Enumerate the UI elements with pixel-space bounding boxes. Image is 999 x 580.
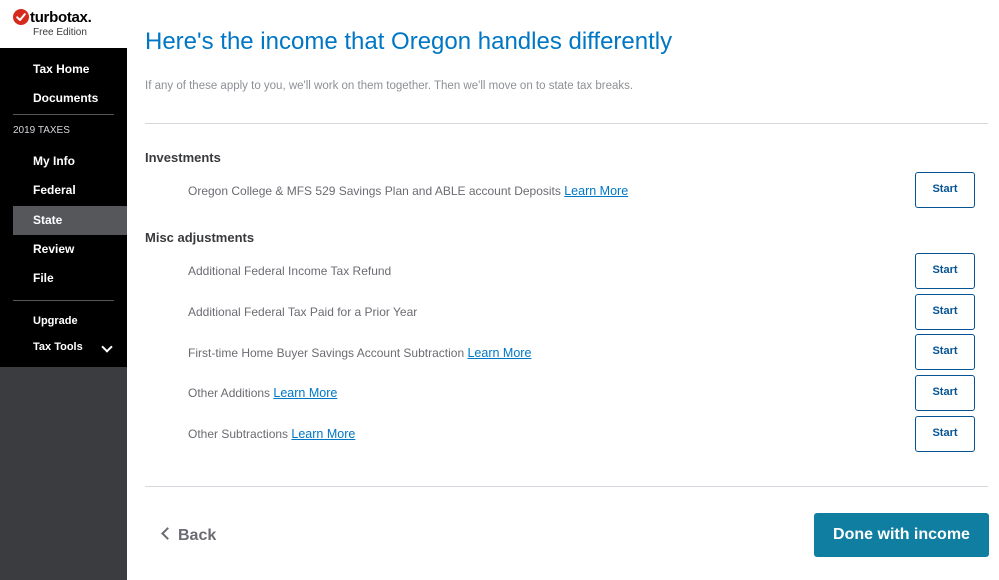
section-heading-investments: Investments [145,150,221,165]
sidebar-footer-area [0,367,127,580]
income-row-label: Oregon College & MFS 529 Savings Plan an… [188,184,628,198]
income-row-text: Additional Federal Income Tax Refund [188,264,392,278]
brand-logo[interactable]: turbotax. Free Edition [0,0,127,48]
start-button[interactable]: Start [915,416,975,452]
chevron-left-icon [161,527,174,540]
done-with-income-button[interactable]: Done with income [814,513,989,557]
divider [145,486,988,487]
learn-more-link[interactable]: Learn More [564,184,628,198]
sidebar-divider [13,114,114,115]
income-row-label: Other Subtractions Learn More [188,427,355,441]
start-button[interactable]: Start [915,253,975,289]
income-row-text: Other Subtractions [188,427,289,441]
income-row-label: Additional Federal Tax Paid for a Prior … [188,305,417,319]
sidebar-section-label: 2019 TAXES [13,125,70,136]
learn-more-link[interactable]: Learn More [467,346,531,360]
sidebar-item-file[interactable]: File [13,264,127,293]
sidebar-item-label: Tax Tools [33,341,83,353]
sidebar-item-my-info[interactable]: My Info [13,147,127,176]
income-row-label: First-time Home Buyer Savings Account Su… [188,346,531,360]
income-row-text: Additional Federal Tax Paid for a Prior … [188,305,418,319]
sidebar-item-federal[interactable]: Federal [13,176,127,205]
sidebar-item-review[interactable]: Review [13,235,127,264]
checkmark-circle-icon [13,9,29,25]
start-button[interactable]: Start [915,375,975,411]
sidebar-item-tax-tools[interactable]: Tax Tools [13,334,127,360]
learn-more-link[interactable]: Learn More [291,427,355,441]
brand-edition: Free Edition [33,27,87,38]
income-row-text: First-time Home Buyer Savings Account Su… [188,346,465,360]
sidebar-item-upgrade[interactable]: Upgrade [13,308,127,334]
sidebar-item-documents[interactable]: Documents [13,84,127,113]
income-row-label: Additional Federal Income Tax Refund [188,264,391,278]
income-row-text: Other Additions [188,386,271,400]
back-label: Back [178,527,217,544]
brand-wordmark: turbotax. [30,9,92,26]
income-row-text: Oregon College & MFS 529 Savings Plan an… [188,184,561,198]
page-title: Here's the income that Oregon handles di… [145,28,673,55]
start-button[interactable]: Start [915,172,975,208]
sidebar-divider [13,300,114,301]
start-button[interactable]: Start [915,334,975,370]
page-subtitle: If any of these apply to you, we'll work… [145,80,634,92]
start-button[interactable]: Start [915,294,975,330]
main-content: Here's the income that Oregon handles di… [145,0,989,580]
chevron-down-icon [101,341,113,353]
sidebar: turbotax. Free Edition Tax Home Document… [0,0,127,580]
divider [145,123,988,124]
sidebar-item-state[interactable]: State [13,206,127,235]
income-row-label: Other Additions Learn More [188,386,337,400]
learn-more-link[interactable]: Learn More [273,386,337,400]
sidebar-item-tax-home[interactable]: Tax Home [13,55,127,84]
section-heading-misc-adjustments: Misc adjustments [145,230,255,245]
back-button[interactable]: Back [161,527,217,545]
